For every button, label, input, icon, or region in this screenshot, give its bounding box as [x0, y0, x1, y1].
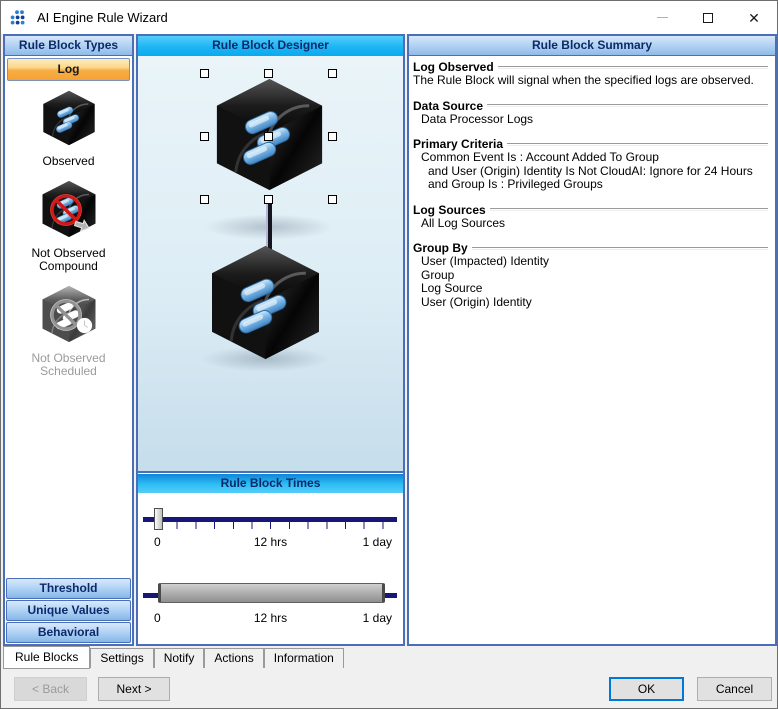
selection-handle-top-center[interactable] — [264, 69, 273, 78]
maximize-button[interactable] — [685, 1, 731, 34]
summary-line: Common Event Is : Account Added To Group — [413, 151, 769, 165]
type-item-label: Observed — [17, 155, 121, 168]
rule-block-types-panel: Rule Block Types Log Observed Not Observ… — [3, 34, 134, 646]
selection-handle-middle-center[interactable] — [264, 132, 273, 141]
wizard-tab-strip: Rule Blocks Settings Notify Actions Info… — [1, 646, 778, 669]
summary-section-heading: Log Observed — [413, 60, 769, 74]
rule-block-designer-header: Rule Block Designer — [138, 36, 403, 56]
slider-label-max: 1 day — [363, 611, 392, 625]
heading-rule-line — [490, 208, 768, 211]
category-button-behavioral[interactable]: Behavioral — [6, 622, 131, 643]
summary-line: Data Processor Logs — [413, 113, 769, 127]
close-button[interactable]: ✕ — [731, 1, 777, 34]
app-logo-icon — [10, 9, 30, 27]
type-item-label: Not Observed Scheduled — [17, 352, 121, 378]
selection-handle-bottom-right[interactable] — [328, 195, 337, 204]
designer-canvas[interactable] — [138, 56, 403, 473]
rule-block-summary-header: Rule Block Summary — [409, 36, 775, 56]
tab-rule-blocks[interactable]: Rule Blocks — [3, 646, 90, 669]
rule-block-times-body: 0 12 hrs 1 day 0 12 hrs 1 day — [138, 493, 403, 644]
category-button-threshold[interactable]: Threshold — [6, 578, 131, 599]
type-item-observed[interactable]: Observed — [5, 89, 132, 168]
category-button-unique-values[interactable]: Unique Values — [6, 600, 131, 621]
summary-line: Group — [413, 269, 769, 283]
selection-handle-middle-left[interactable] — [200, 132, 209, 141]
type-item-not-observed-scheduled: Not Observed Scheduled — [5, 284, 132, 378]
heading-rule-line — [498, 66, 768, 69]
type-item-label: Not Observed Compound — [17, 247, 121, 273]
rule-block-types-header: Rule Block Types — [5, 36, 132, 56]
selection-handle-bottom-left[interactable] — [200, 195, 209, 204]
selection-handle-top-left[interactable] — [200, 69, 209, 78]
slider-labels: 0 12 hrs 1 day — [138, 611, 403, 625]
summary-section-heading: Group By — [413, 241, 769, 255]
types-panel-spacer — [5, 378, 132, 578]
selection-handle-middle-right[interactable] — [328, 132, 337, 141]
time-range-slider[interactable]: 0 12 hrs 1 day — [138, 581, 403, 641]
summary-line: and User (Origin) Identity Is Not CloudA… — [413, 165, 769, 179]
time-offset-slider[interactable]: 0 12 hrs 1 day — [138, 505, 403, 565]
type-item-not-observed-compound[interactable]: Not Observed Compound — [5, 179, 132, 273]
log-observed-cube-icon — [40, 89, 98, 147]
summary-body: Log Observed The Rule Block will signal … — [409, 56, 775, 644]
selection-handle-bottom-center[interactable] — [264, 195, 273, 204]
category-button-log[interactable]: Log — [7, 58, 130, 81]
summary-section-heading: Primary Criteria — [413, 137, 769, 151]
footer-button-bar: < Back Next > OK Cancel — [1, 669, 778, 709]
rule-block-summary-panel: Rule Block Summary Log Observed The Rule… — [407, 34, 777, 646]
rule-block-designer-panel: Rule Block Designer — [136, 34, 405, 646]
slider-range-bar[interactable] — [158, 583, 385, 603]
log-not-observed-compound-cube-icon — [39, 179, 99, 239]
rule-block-2-cube[interactable] — [205, 242, 326, 363]
log-not-observed-scheduled-cube-icon — [39, 284, 99, 344]
window-title: AI Engine Rule Wizard — [37, 10, 168, 25]
summary-section-heading: Log Sources — [413, 203, 769, 217]
next-button[interactable]: Next > — [98, 677, 170, 701]
slider-label-max: 1 day — [363, 535, 392, 549]
summary-line: Log Source — [413, 282, 769, 296]
slider-ticks — [158, 522, 384, 529]
tab-actions[interactable]: Actions — [204, 648, 263, 668]
summary-line: User (Origin) Identity — [413, 296, 769, 310]
summary-line: All Log Sources — [413, 217, 769, 231]
maximize-icon — [703, 13, 713, 23]
heading-rule-line — [472, 247, 768, 250]
slider-handle[interactable] — [154, 508, 163, 530]
tab-settings[interactable]: Settings — [90, 648, 153, 668]
summary-line: User (Impacted) Identity — [413, 255, 769, 269]
window-controls: ✕ — [639, 1, 777, 34]
tab-information[interactable]: Information — [264, 648, 344, 668]
selection-handle-top-right[interactable] — [328, 69, 337, 78]
minimize-icon — [657, 17, 668, 18]
tab-notify[interactable]: Notify — [154, 648, 205, 668]
title-bar: AI Engine Rule Wizard ✕ — [1, 1, 777, 34]
close-icon: ✕ — [748, 11, 760, 25]
minimize-button — [639, 1, 685, 34]
cancel-button[interactable]: Cancel — [697, 677, 772, 701]
wizard-body: Rule Block Types Log Observed Not Observ… — [1, 34, 778, 646]
rule-block-times-header: Rule Block Times — [138, 473, 403, 493]
heading-rule-line — [507, 143, 768, 146]
summary-line: and Group Is : Privileged Groups — [413, 178, 769, 192]
heading-rule-line — [487, 104, 768, 107]
ai-engine-rule-wizard-dialog: AI Engine Rule Wizard ✕ Rule Block Types… — [0, 0, 778, 709]
slider-labels: 0 12 hrs 1 day — [138, 535, 403, 549]
summary-section-heading: Data Source — [413, 99, 769, 113]
summary-line: The Rule Block will signal when the spec… — [413, 74, 769, 88]
back-button: < Back — [14, 677, 87, 701]
ok-button[interactable]: OK — [609, 677, 684, 701]
